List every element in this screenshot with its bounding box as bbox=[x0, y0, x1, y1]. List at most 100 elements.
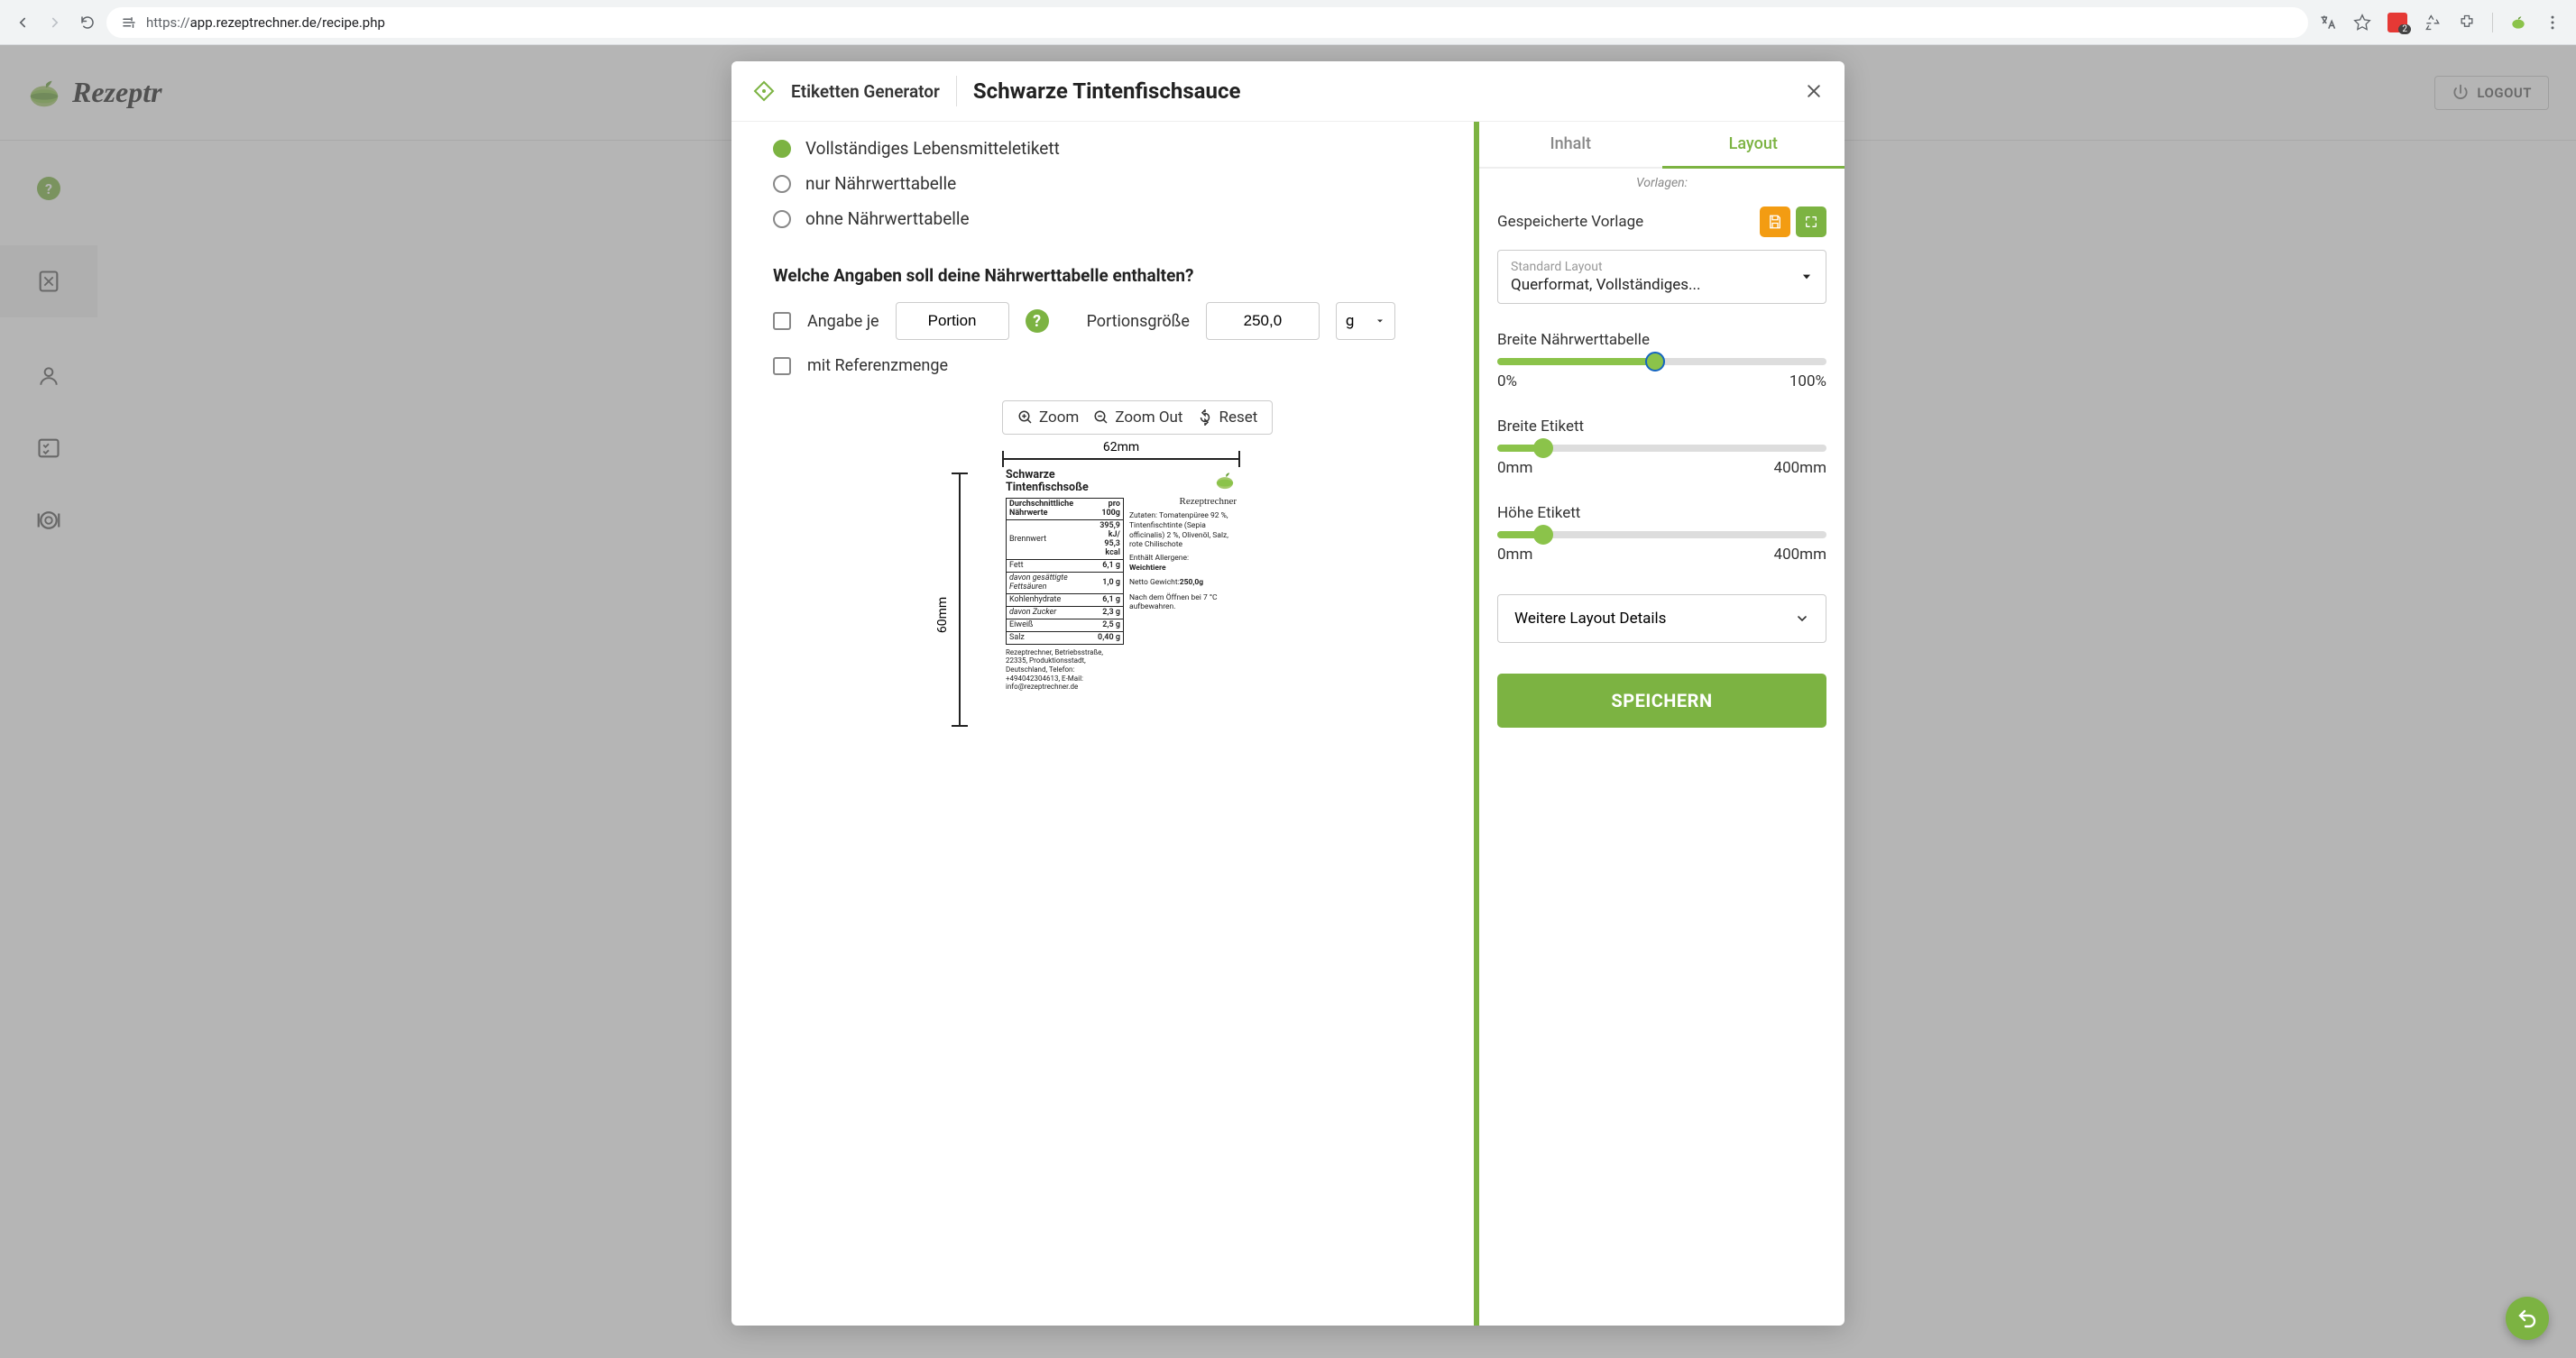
slider-max: 400mm bbox=[1774, 546, 1826, 564]
slider-track[interactable] bbox=[1497, 445, 1826, 452]
slider-max: 100% bbox=[1789, 372, 1826, 390]
zoom-in-icon bbox=[1017, 409, 1034, 426]
preview-title: Schwarze Tintenfischsoße bbox=[1006, 469, 1124, 495]
modal: Etiketten Generator Schwarze Tintenfisch… bbox=[731, 61, 1845, 1326]
modal-title: Schwarze Tintenfischsauce bbox=[973, 78, 1241, 104]
url-rest: app.rezeptrechner.de/recipe.php bbox=[190, 14, 385, 31]
details-expand[interactable]: Weitere Layout Details bbox=[1497, 594, 1826, 643]
expand-icon bbox=[1804, 215, 1818, 229]
radio-label: Vollständiges Lebensmitteletikett bbox=[805, 138, 1060, 159]
label-referenzmenge: mit Referenzmenge bbox=[807, 356, 948, 375]
radio-label: nur Nährwerttabelle bbox=[805, 173, 956, 194]
menu-dots-icon[interactable] bbox=[2544, 14, 2562, 32]
save-button[interactable]: SPEICHERN bbox=[1497, 674, 1826, 728]
details-label: Weitere Layout Details bbox=[1514, 610, 1666, 628]
radio-icon bbox=[773, 140, 791, 158]
select-unit[interactable]: g bbox=[1336, 302, 1395, 340]
modal-subtitle: Etiketten Generator bbox=[791, 81, 940, 102]
radio-icon bbox=[773, 175, 791, 193]
preview-logo: Rezeptrechner bbox=[1129, 469, 1237, 508]
slider-2: Höhe Etikett 0mm 400mm bbox=[1497, 504, 1826, 564]
preview-storage: Nach dem Öffnen bei 7 °C aufbewahren. bbox=[1129, 593, 1237, 612]
zoom-out-button[interactable]: Zoom Out bbox=[1093, 408, 1182, 427]
radio-label: ohne Nährwerttabelle bbox=[805, 208, 970, 229]
radio-icon bbox=[773, 210, 791, 228]
help-icon[interactable]: ? bbox=[1026, 309, 1049, 333]
extension-red-icon[interactable] bbox=[2387, 13, 2407, 32]
input-portionsgroesse[interactable] bbox=[1206, 302, 1320, 340]
app-logo-icon[interactable] bbox=[2509, 14, 2527, 32]
undo-icon bbox=[2516, 1308, 2538, 1329]
modal-left-panel: Vollständiges Lebensmitteletikett nur Näh… bbox=[731, 122, 1478, 1326]
slider-label: Breite Etikett bbox=[1497, 417, 1826, 436]
label-preview: Schwarze Tintenfischsoße Durchschnittlic… bbox=[1002, 465, 1240, 695]
zoom-controls: Zoom Zoom Out Reset bbox=[1002, 400, 1273, 435]
slider-thumb[interactable] bbox=[1645, 352, 1665, 372]
slider-label: Breite Nährwerttabelle bbox=[1497, 331, 1826, 349]
label-portionsgroesse: Portionsgröße bbox=[1087, 312, 1190, 331]
ruler-h-text: 62mm bbox=[1002, 440, 1240, 454]
select-layout[interactable]: Standard Layout Querformat, Vollständige… bbox=[1497, 250, 1826, 304]
vorlagen-label: Vorlagen: bbox=[1497, 176, 1826, 190]
slider-track[interactable] bbox=[1497, 531, 1826, 538]
preview-footer: Rezeptrechner, Betriebsstraße, 22335, Pr… bbox=[1006, 648, 1124, 692]
modal-header: Etiketten Generator Schwarze Tintenfisch… bbox=[731, 61, 1845, 122]
slider-max: 400mm bbox=[1774, 459, 1826, 477]
select-layout-label: Standard Layout bbox=[1511, 260, 1813, 274]
checkbox-angabe-je[interactable] bbox=[773, 312, 791, 330]
radio-option-0[interactable]: Vollständiges Lebensmitteletikett bbox=[773, 131, 1442, 166]
section-question: Welche Angaben soll deine Nährwerttabell… bbox=[773, 265, 1442, 286]
slider-1: Breite Etikett 0mm 400mm bbox=[1497, 417, 1826, 477]
slider-0: Breite Nährwerttabelle 0% 100% bbox=[1497, 331, 1826, 390]
browser-chrome: https://app.rezeptrechner.de/recipe.php bbox=[0, 0, 2576, 45]
tab-inhalt[interactable]: Inhalt bbox=[1479, 122, 1662, 167]
caret-down-icon bbox=[1375, 316, 1385, 326]
tab-layout[interactable]: Layout bbox=[1662, 122, 1845, 169]
tag-icon bbox=[753, 80, 775, 102]
horizontal-ruler bbox=[1002, 458, 1240, 460]
slider-min: 0mm bbox=[1497, 459, 1532, 477]
forward-icon[interactable] bbox=[47, 14, 63, 31]
slider-min: 0% bbox=[1497, 372, 1517, 390]
reload-icon[interactable] bbox=[79, 14, 96, 31]
slider-thumb[interactable] bbox=[1533, 438, 1553, 458]
slider-track[interactable] bbox=[1497, 358, 1826, 365]
radio-option-2[interactable]: ohne Nährwerttabelle bbox=[773, 201, 1442, 236]
unit-value: g bbox=[1346, 312, 1355, 330]
modal-overlay: Etiketten Generator Schwarze Tintenfisch… bbox=[0, 45, 2576, 1358]
close-icon[interactable] bbox=[1805, 82, 1823, 100]
star-icon[interactable] bbox=[2353, 14, 2371, 32]
slider-label: Höhe Etikett bbox=[1497, 504, 1826, 522]
url-prefix: https:// bbox=[146, 14, 190, 31]
ruler-v-text: 60mm bbox=[935, 597, 950, 633]
saved-template-label: Gespeicherte Vorlage bbox=[1497, 213, 1643, 231]
modal-right-panel: Inhalt Layout Vorlagen: Gespeicherte Vor… bbox=[1478, 122, 1845, 1326]
tune-icon bbox=[121, 14, 137, 31]
slider-thumb[interactable] bbox=[1533, 525, 1553, 545]
reset-button[interactable]: Reset bbox=[1197, 408, 1257, 427]
divider bbox=[2492, 13, 2493, 32]
url-bar[interactable]: https://app.rezeptrechner.de/recipe.php bbox=[106, 7, 2308, 38]
translate-icon[interactable] bbox=[2319, 14, 2337, 32]
caret-down-icon bbox=[1800, 271, 1813, 283]
save-template-button[interactable] bbox=[1760, 206, 1790, 237]
undo-fab[interactable] bbox=[2506, 1297, 2549, 1340]
expand-button[interactable] bbox=[1796, 206, 1826, 237]
label-angabe-je: Angabe je bbox=[807, 312, 879, 331]
puzzle-icon[interactable] bbox=[2458, 14, 2476, 32]
preview-ingredients: Zutaten: Tomatenpüree 92 %, Tintenfischt… bbox=[1129, 511, 1237, 550]
checkbox-referenzmenge[interactable] bbox=[773, 357, 791, 375]
reset-icon bbox=[1197, 409, 1213, 426]
save-icon bbox=[1767, 214, 1783, 230]
zoom-in-button[interactable]: Zoom bbox=[1017, 408, 1079, 427]
back-icon[interactable] bbox=[14, 14, 31, 31]
nutrition-table: Durchschnittliche Nährwertepro 100g Bren… bbox=[1006, 498, 1124, 645]
radio-option-1[interactable]: nur Nährwerttabelle bbox=[773, 166, 1442, 201]
zoom-out-icon bbox=[1093, 409, 1109, 426]
input-portion[interactable] bbox=[896, 302, 1009, 340]
select-layout-value: Querformat, Vollständiges... bbox=[1511, 276, 1813, 294]
chevron-down-icon bbox=[1795, 611, 1809, 626]
slider-min: 0mm bbox=[1497, 546, 1532, 564]
recycle-icon[interactable] bbox=[2424, 14, 2442, 32]
divider bbox=[956, 76, 957, 106]
